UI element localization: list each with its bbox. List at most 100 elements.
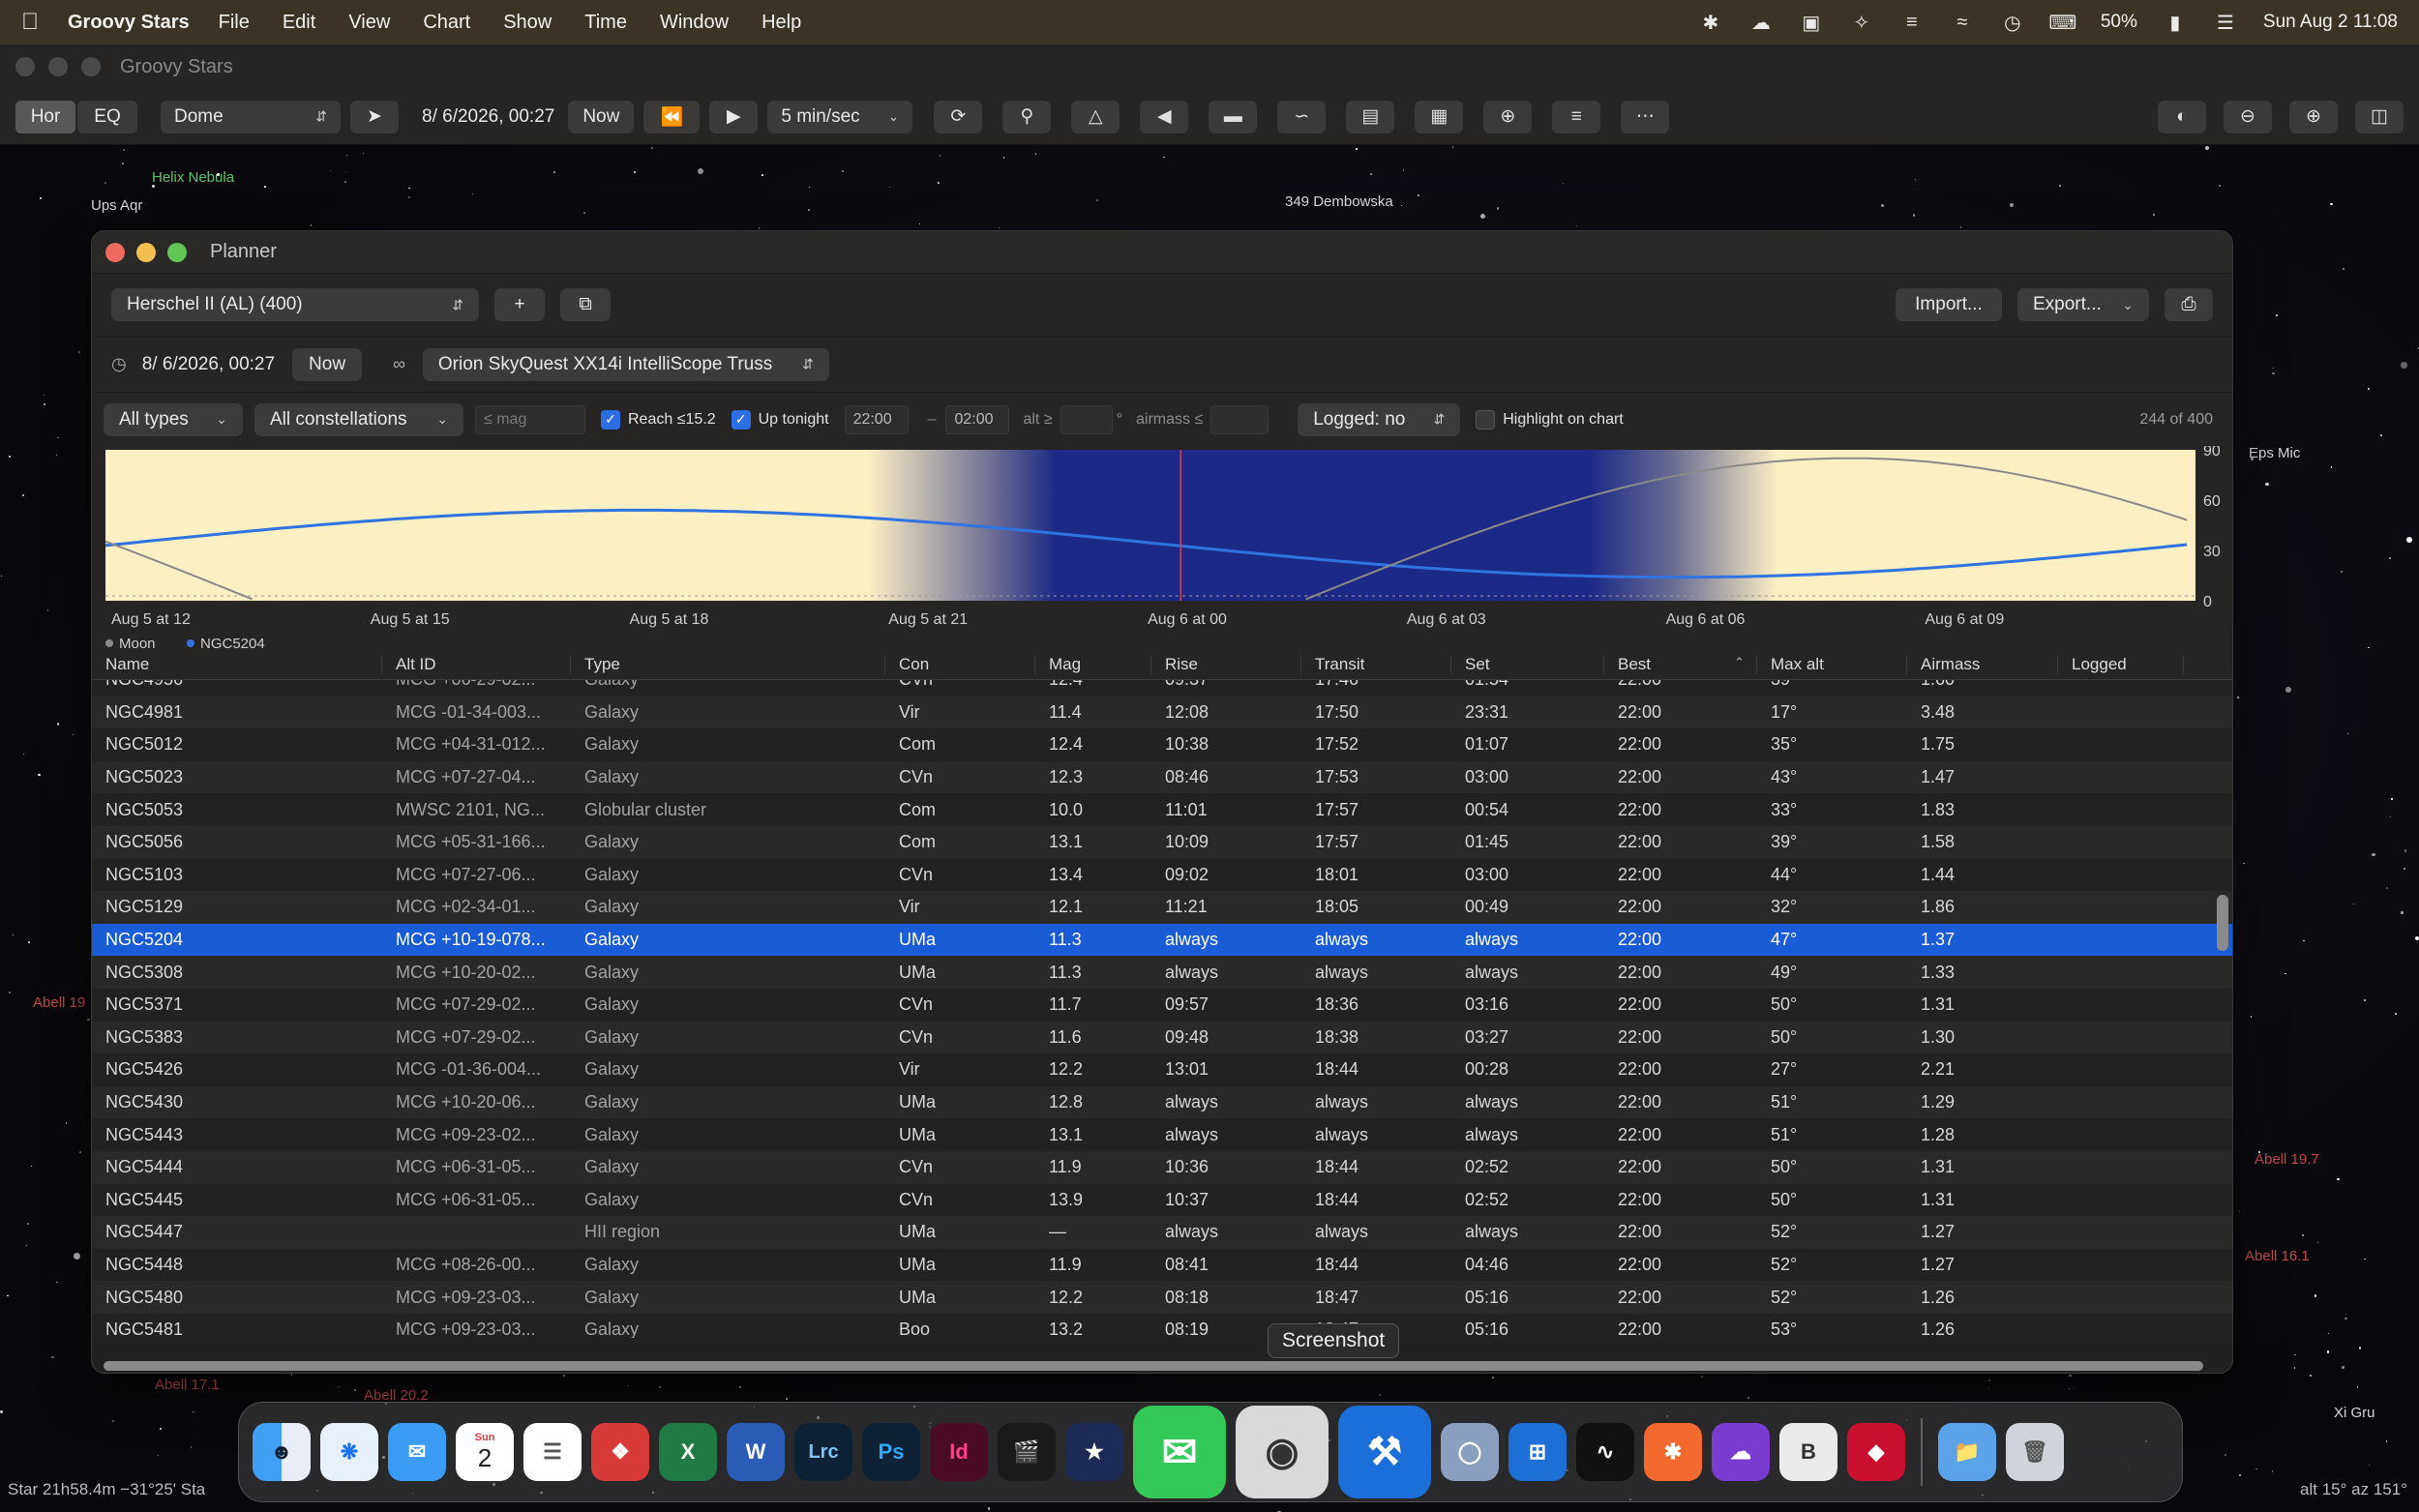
speed-select[interactable]: 5 min/sec ⌄ (767, 100, 913, 133)
app-menu[interactable]: Groovy Stars (68, 12, 190, 34)
planner-datetime[interactable]: 8/ 6/2026, 00:27 (142, 354, 275, 375)
dock-indesign-icon[interactable]: Id (930, 1423, 988, 1481)
dock-reminders-icon[interactable]: ☰ (523, 1423, 582, 1481)
sky-label-ups-aqr[interactable]: Ups Aqr (91, 197, 142, 214)
airmass-max-input[interactable] (1210, 404, 1269, 434)
dock-acrobat-icon[interactable]: ◆ (1847, 1423, 1905, 1481)
table-icon[interactable]: ▦ (1415, 100, 1464, 133)
dock-calendar-icon[interactable]: Sun 2 (456, 1423, 514, 1481)
table-row[interactable]: NGC5448 MCG +08-26-00... Galaxy UMa 11.9 08:4… (92, 1248, 2232, 1282)
dock-bbedit-icon[interactable]: B (1779, 1423, 1837, 1481)
duplicate-list-button[interactable]: ⧉ (560, 288, 611, 321)
menu-clock[interactable]: Sun Aug 2 11:08 (2263, 12, 2398, 33)
add-list-button[interactable]: + (494, 288, 545, 321)
table-row[interactable]: NGC5308 MCG +10-20-02... Galaxy UMa 11.3 alwa… (92, 956, 2232, 989)
types-filter-select[interactable]: All types ⌄ (104, 402, 243, 436)
table-row[interactable]: NGC5444 MCG +06-31-05... Galaxy CVn 11.9 10:3… (92, 1150, 2232, 1184)
target-icon[interactable]: ⊕ (1483, 100, 1533, 133)
sync-icon[interactable]: ⟳ (934, 100, 983, 133)
menu-chart[interactable]: Chart (423, 12, 470, 34)
sky-label-eps-mic[interactable]: Eps Mic (2249, 445, 2300, 461)
zoom-out-icon[interactable]: ⊖ (2224, 100, 2272, 133)
dock-mail-icon[interactable]: ✉ (388, 1423, 446, 1481)
sky-label-abell-17[interactable]: Abell 17.1 (155, 1377, 220, 1393)
night-mode-icon[interactable]: ◐ (2158, 100, 2206, 133)
menu-time[interactable]: Time (584, 12, 627, 34)
import-button[interactable]: Import... (1896, 288, 2002, 321)
view-select[interactable]: Dome ⇵ (161, 100, 341, 133)
horizontal-scrollbar[interactable] (104, 1359, 2213, 1373)
column-header-max-alt[interactable]: Max alt (1757, 654, 1907, 674)
dock-screenshot-icon[interactable]: ◉ (1236, 1406, 1329, 1498)
play-button[interactable]: ▶ (709, 100, 759, 133)
table-row[interactable]: NGC5445 MCG +06-31-05... Galaxy CVn 13.9 10:3… (92, 1183, 2232, 1217)
menu-file[interactable]: File (219, 12, 250, 34)
table-row[interactable]: NGC5371 MCG +07-29-02... Galaxy CVn 11.7 09:5… (92, 988, 2232, 1022)
from-time-input[interactable]: 22:00 (844, 404, 909, 434)
dock-groovy-stars-icon[interactable]: ★ (1065, 1423, 1123, 1481)
book-icon[interactable]: ▤ (1346, 100, 1395, 133)
dock-creativit-icon[interactable]: ❖ (591, 1423, 649, 1481)
constellations-filter-select[interactable]: All constellations ⌄ (254, 402, 463, 436)
zoom-in-icon[interactable]: ⊕ (2289, 100, 2338, 133)
telescope-select[interactable]: Orion SkyQuest XX14i IntelliScope Truss … (422, 347, 829, 381)
table-row[interactable]: NGC5426 MCG -01-36-004... Galaxy Vir 12.2 13:… (92, 1053, 2232, 1086)
control-center-icon[interactable]: ☰ (2213, 13, 2238, 34)
battery-percent[interactable]: 50% (2101, 12, 2137, 33)
magnitude-limit-input[interactable]: ≤ mag (475, 404, 585, 434)
sky-label-abell-16[interactable]: Abell 16.1 (2245, 1248, 2310, 1264)
vertical-scroll-thumb[interactable] (2217, 895, 2228, 951)
table-row[interactable]: NGC5056 MCG +05-31-166... Galaxy Com 13.1 10:… (92, 825, 2232, 859)
table-row[interactable]: NGC5481 MCG +09-23-03... Galaxy Boo 13.2 08:1… (92, 1313, 2232, 1338)
column-header-type[interactable]: Type (571, 654, 885, 674)
dock-xcode-icon[interactable]: ⚒ (1338, 1406, 1431, 1498)
sky-label-xi-gru[interactable]: Xi Gru (2334, 1405, 2375, 1421)
toolbar-datetime[interactable]: 8/ 6/2026, 00:27 (422, 106, 554, 128)
tools-status-icon[interactable]: ✧ (1849, 13, 1874, 34)
column-header-alt-id[interactable]: Alt ID (382, 654, 571, 674)
column-header-name[interactable]: Name (92, 654, 382, 674)
flip-icon[interactable]: ◀ (1140, 100, 1189, 133)
dock-folder-icon[interactable]: 📁 (1938, 1423, 1996, 1481)
alt-min-input[interactable] (1060, 404, 1113, 434)
display-status-icon[interactable]: ▣ (1799, 13, 1824, 34)
column-header-logged[interactable]: Logged (2058, 654, 2184, 674)
sky-label-abell-19[interactable]: Abell 19 (33, 994, 85, 1011)
dock-photoshop-icon[interactable]: Ps (862, 1423, 920, 1481)
menu-window[interactable]: Window (660, 12, 729, 34)
planner-zoom-button[interactable] (167, 242, 187, 262)
dock-word-icon[interactable]: W (727, 1423, 785, 1481)
table-row[interactable]: NGC5129 MCG +02-34-01... Galaxy Vir 12.1 11:2… (92, 891, 2232, 924)
path-icon[interactable]: ∽ (1277, 100, 1327, 133)
ruler-icon[interactable]: ▬ (1209, 100, 1258, 133)
rewind-button[interactable]: ⏪ (643, 100, 701, 133)
table-row[interactable]: NGC5443 MCG +09-23-02... Galaxy UMa 13.1 alwa… (92, 1118, 2232, 1151)
up-tonight-checkbox[interactable]: ✓ (731, 409, 751, 430)
dock-windows-icon[interactable]: ⊞ (1508, 1423, 1567, 1481)
sliders-status-icon[interactable]: ≡ (1899, 12, 1925, 33)
dock-lightroom-icon[interactable]: Lrc (794, 1423, 852, 1481)
now-button[interactable]: Now (568, 100, 635, 133)
menu-show[interactable]: Show (503, 12, 552, 34)
planner-close-button[interactable] (105, 242, 125, 262)
keyboard-status-icon[interactable]: ⌨ (2048, 13, 2076, 34)
more-icon[interactable]: ⋯ (1621, 100, 1670, 133)
search-icon[interactable]: ⚲ (1002, 100, 1052, 133)
column-header-airmass[interactable]: Airmass (1907, 654, 2058, 674)
table-row[interactable]: NGC5383 MCG +07-29-02... Galaxy CVn 11.6 09:4… (92, 1021, 2232, 1054)
column-header-set[interactable]: Set (1451, 654, 1604, 674)
to-time-input[interactable]: 02:00 (945, 404, 1010, 434)
dock-safari-icon[interactable]: ❋ (320, 1423, 378, 1481)
dock-finder-icon[interactable]: ☻ (253, 1423, 311, 1481)
sky-label-helix-nebula[interactable]: Helix Nebula (152, 169, 234, 186)
column-header-best[interactable]: Best ⌃ (1604, 654, 1757, 674)
menu-view[interactable]: View (348, 12, 390, 34)
close-button[interactable] (15, 57, 35, 76)
table-row[interactable]: NGC5103 MCG +07-27-06... Galaxy CVn 13.4 09:0… (92, 858, 2232, 892)
altitude-chart-svg[interactable]: 90 60 30 0 Aug 5 at 12 Aug 5 at 15 Aug 5 at 18… (92, 446, 2233, 649)
cloud-status-icon[interactable]: ☁ (1748, 13, 1774, 34)
object-table[interactable]: NGC4956MCG +06-29-02...GalaxyCVn12.409:3… (92, 680, 2232, 1338)
table-row[interactable]: NGC5053 MWSC 2101, NG... Globular cluster C… (92, 793, 2232, 826)
vertical-scrollbar[interactable] (2215, 680, 2228, 1338)
column-header-transit[interactable]: Transit (1301, 654, 1451, 674)
